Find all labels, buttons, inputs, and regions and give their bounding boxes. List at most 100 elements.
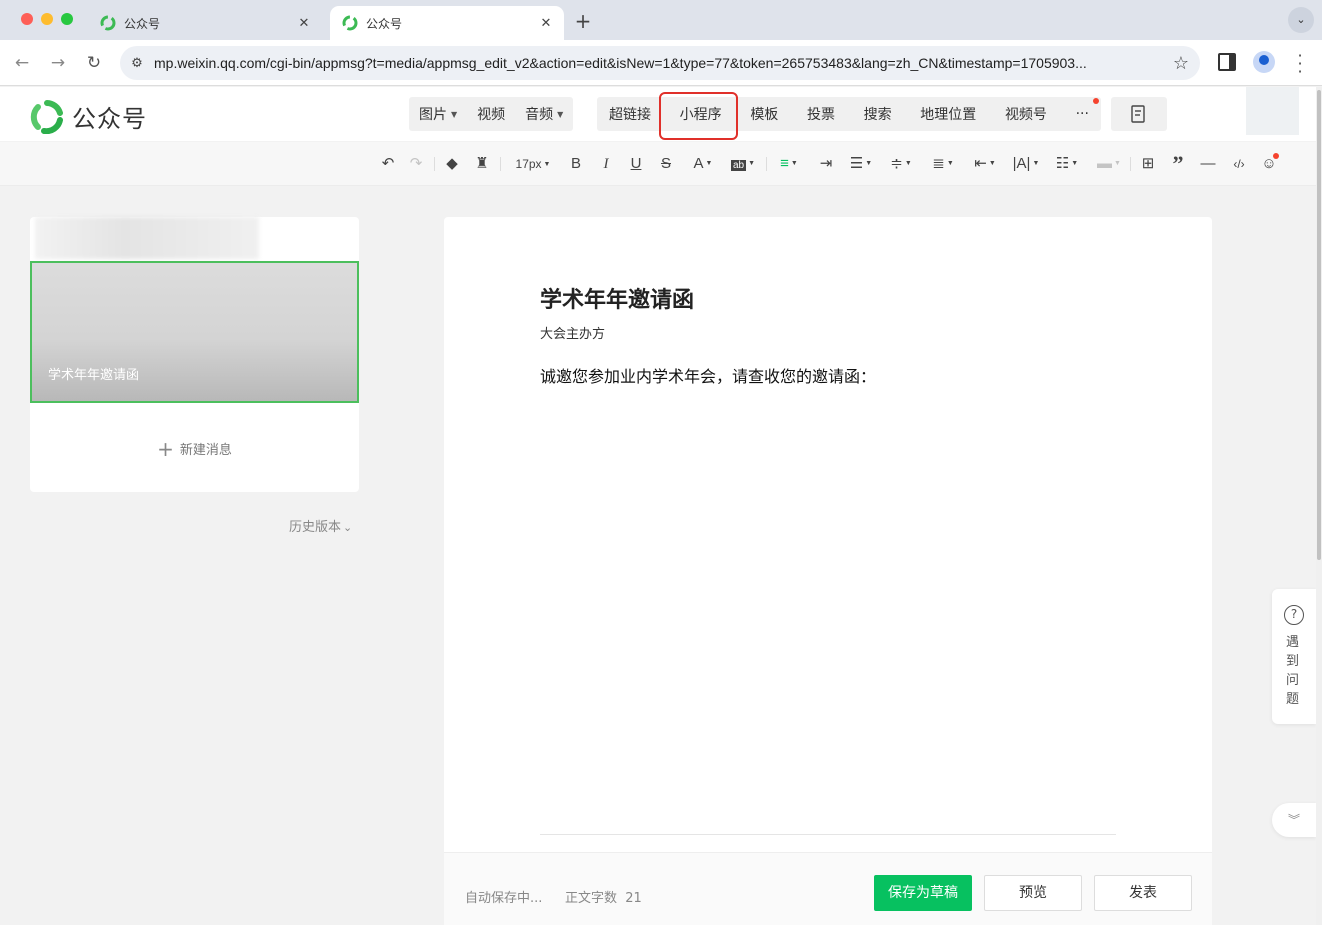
close-window-button[interactable] <box>21 13 33 25</box>
history-version-button[interactable]: 历史版本 ⌄ <box>289 516 352 535</box>
editor-footer: 自动保存中... 正文字数 21 保存为草稿 预览 发表 <box>444 852 1212 925</box>
help-button[interactable]: ? 遇到问题 <box>1272 589 1316 724</box>
reload-icon[interactable]: ↻ <box>82 51 106 75</box>
word-count-label: 正文字数 <box>565 891 618 906</box>
align-justify-icon[interactable]: ≡ ▼ <box>774 153 804 175</box>
paragraph-spacing-icon[interactable]: ≑ ▼ <box>886 153 916 175</box>
new-message-label: 新建消息 <box>179 443 232 458</box>
maximize-window-button[interactable] <box>61 13 73 25</box>
publish-button[interactable]: 发表 <box>1094 875 1192 911</box>
insert-hyperlink-button[interactable]: 超链接 <box>599 104 661 124</box>
wechat-mp-logo-icon <box>342 15 358 31</box>
scroll-down-button[interactable]: ︾ <box>1272 803 1316 837</box>
question-icon: ? <box>1284 605 1304 625</box>
double-chevron-down-icon: ︾ <box>1287 813 1300 827</box>
insert-template-button[interactable]: 模板 <box>740 104 788 124</box>
insert-channels-button[interactable]: 视频号 <box>995 104 1057 124</box>
article-list-panel: 学术年年邀请函 + 新建消息 <box>30 217 359 492</box>
side-panel-icon[interactable] <box>1218 53 1236 71</box>
browser-tab-2[interactable]: 公众号 ✕ <box>330 6 564 40</box>
help-label: 遇到问题 <box>1286 635 1300 707</box>
strikethrough-icon[interactable]: S <box>656 153 676 175</box>
clear-format-icon[interactable]: ◆ <box>442 153 462 175</box>
forward-icon[interactable]: → <box>46 51 70 75</box>
code-icon[interactable]: ‹/› <box>1228 153 1250 175</box>
line-height-icon[interactable]: ≣ ▼ <box>928 153 958 175</box>
format-painter-icon[interactable]: ♜ <box>472 153 492 175</box>
tab-title: 公众号 <box>366 16 403 31</box>
autosave-status: 自动保存中... <box>465 891 543 906</box>
article-body[interactable]: 诚邀您参加业内学术年会，请查收您的邀请函： <box>540 363 876 387</box>
emoji-notification-dot <box>1273 153 1279 159</box>
browser-toolbar: ← → ↻ ⚙ mp.weixin.qq.com/cgi-bin/appmsg?… <box>0 40 1322 86</box>
chevron-down-icon: ⌄ <box>343 521 353 534</box>
indent-options-icon[interactable]: ⇤ ▼ <box>970 153 1000 175</box>
close-tab-icon[interactable]: ✕ <box>294 16 314 31</box>
tab-search-button[interactable]: ⌄ <box>1288 7 1314 33</box>
account-avatar[interactable] <box>1246 87 1299 135</box>
font-color-icon[interactable]: A ▼ <box>688 153 718 175</box>
scrollbar-thumb[interactable] <box>1317 90 1321 560</box>
tab-title: 公众号 <box>124 16 161 31</box>
back-icon[interactable]: ← <box>10 51 34 75</box>
close-tab-icon[interactable]: ✕ <box>536 16 556 31</box>
article-title-input[interactable]: 学术年年邀请函 <box>540 282 694 314</box>
indent-icon[interactable]: ⇥ <box>816 153 836 175</box>
document-tools-button[interactable] <box>1111 97 1167 131</box>
bookmark-star-icon[interactable]: ☆ <box>1162 53 1200 74</box>
address-bar[interactable]: ⚙ mp.weixin.qq.com/cgi-bin/appmsg?t=medi… <box>120 46 1200 80</box>
toolbar-divider <box>434 157 435 171</box>
divider-line-icon[interactable]: — <box>1198 153 1218 175</box>
media-insert-group: 图片 ▼ 视频 音频 ▼ <box>409 97 573 131</box>
insert-video-label: 视频 <box>477 107 506 123</box>
bold-icon[interactable]: B <box>566 153 586 175</box>
article-card-caption: 学术年年邀请函 <box>48 368 140 383</box>
toolbar-divider <box>766 157 767 171</box>
toolbar-divider <box>1130 157 1131 171</box>
browser-tab-bar: 公众号 ✕ 公众号 ✕ + ⌄ <box>0 0 1322 40</box>
new-tab-button[interactable]: + <box>572 9 594 33</box>
letter-spacing-icon[interactable]: |A| ▼ <box>1010 153 1042 175</box>
list-icon[interactable]: ☷ ▼ <box>1052 153 1082 175</box>
history-version-label: 历史版本 <box>289 520 342 535</box>
article-card-selected[interactable]: 学术年年邀请函 <box>30 261 359 403</box>
document-icon <box>1131 105 1145 123</box>
insert-video-button[interactable]: 视频 <box>467 104 515 124</box>
underline-icon[interactable]: U <box>626 153 646 175</box>
browser-menu-icon[interactable]: · · · <box>1290 48 1310 80</box>
account-info-blurred <box>35 217 259 259</box>
insert-image-button[interactable]: 图片 ▼ <box>409 104 467 124</box>
insert-vote-button[interactable]: 投票 <box>797 104 845 124</box>
wechat-mp-logo-icon <box>30 99 63 134</box>
browser-tab-1[interactable]: 公众号 ✕ <box>88 6 322 40</box>
align-center-icon[interactable]: ☰ ▼ <box>846 153 876 175</box>
brand-name: 公众号 <box>72 105 147 133</box>
italic-icon[interactable]: I <box>596 153 616 175</box>
brand-logo[interactable]: 公众号 <box>30 99 147 134</box>
table-icon[interactable]: ⊞ <box>1138 153 1158 175</box>
caret-down-icon: ▼ <box>557 109 564 119</box>
url-text[interactable]: mp.weixin.qq.com/cgi-bin/appmsg?t=media/… <box>154 55 1162 71</box>
insert-location-button[interactable]: 地理位置 <box>910 104 986 124</box>
profile-avatar-icon[interactable] <box>1253 51 1275 73</box>
background-color-icon[interactable]: ▬ ▼ <box>1094 153 1124 175</box>
new-message-button[interactable]: + 新建消息 <box>30 437 359 461</box>
insert-audio-button[interactable]: 音频 ▼ <box>515 104 573 124</box>
redo-icon[interactable]: ↷ <box>406 153 426 175</box>
highlight-color-icon[interactable]: ab ▼ <box>728 153 758 175</box>
preview-button[interactable]: 预览 <box>984 875 1082 911</box>
insert-image-label: 图片 <box>419 107 447 123</box>
minimize-window-button[interactable] <box>41 13 53 25</box>
word-count-value: 21 <box>625 891 642 906</box>
more-insert-button[interactable]: ··· <box>1066 106 1099 122</box>
font-size-select[interactable]: 17px ▼ <box>508 153 558 175</box>
save-draft-button[interactable]: 保存为草稿 <box>874 875 972 911</box>
quote-icon[interactable]: ” <box>1168 153 1188 175</box>
plus-icon: + <box>157 437 174 461</box>
caret-down-icon: ▼ <box>451 109 458 119</box>
font-size-value: 17px <box>515 157 542 171</box>
undo-icon[interactable]: ↶ <box>378 153 398 175</box>
article-author-input[interactable]: 大会主办方 <box>540 323 605 342</box>
site-settings-icon[interactable]: ⚙ <box>120 56 154 71</box>
insert-search-button[interactable]: 搜索 <box>854 104 902 124</box>
